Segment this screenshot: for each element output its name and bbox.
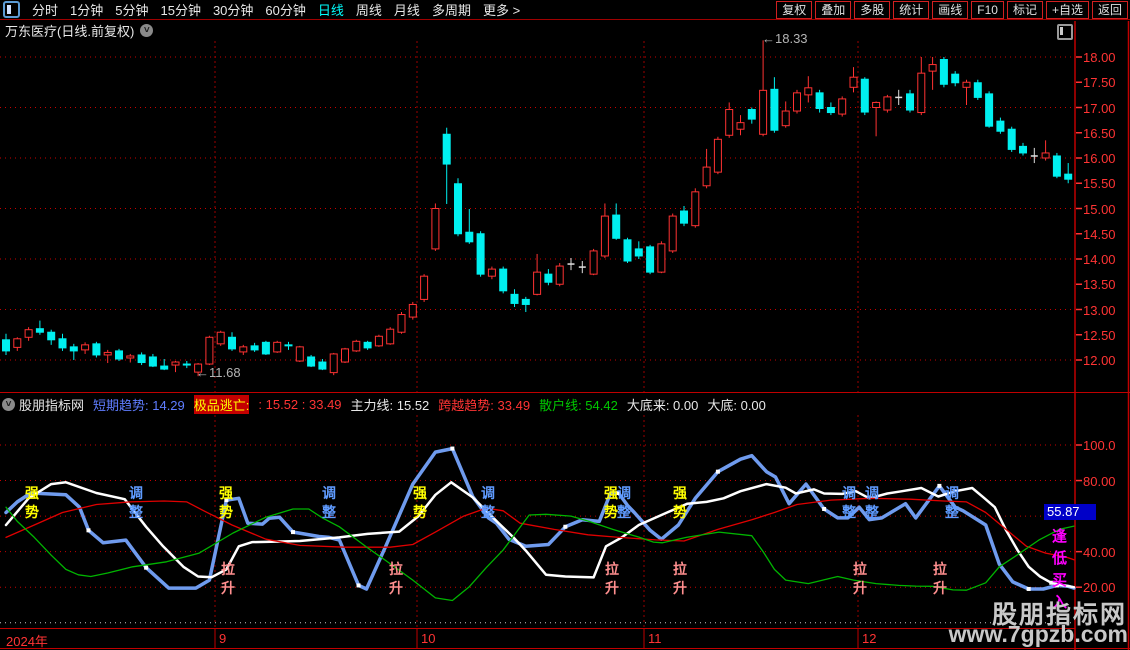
high-annotation: ←18.33 xyxy=(762,31,808,46)
price-axis-label: 16.50 xyxy=(1083,125,1116,141)
chevron-down-circle-icon[interactable]: ˅ xyxy=(2,398,15,411)
watermark-site-url: www.7gpzb.com xyxy=(948,621,1128,647)
frame-lines xyxy=(0,21,1130,650)
x-axis-label: 10 xyxy=(421,631,436,646)
signal-label: 拉升 xyxy=(389,561,403,596)
signal-label: 拉升 xyxy=(605,561,619,596)
price-axis-label: 17.50 xyxy=(1083,75,1116,91)
price-axis-label: 18.00 xyxy=(1083,50,1116,65)
indicator-header-segment: 短期趋势: 14.29 xyxy=(93,398,185,413)
series-marker xyxy=(291,530,296,535)
indicator-header-segment: : 15.52 : 33.49 xyxy=(258,397,342,412)
signal-label: 调整 xyxy=(865,485,879,520)
signal-label: 拉升 xyxy=(933,561,947,596)
price-axis-label: 12.00 xyxy=(1083,353,1116,368)
lower-gridlines xyxy=(0,444,1082,624)
series-marker xyxy=(1026,586,1031,591)
series-marker xyxy=(563,524,568,529)
price-axis-label: 13.50 xyxy=(1083,277,1116,293)
indicator-axis-label: 40.00 xyxy=(1083,544,1116,560)
price-axis-label: 15.50 xyxy=(1083,176,1116,192)
signal-label: 调整 xyxy=(129,485,143,520)
x-axis-label: 9 xyxy=(219,631,227,646)
price-axis-label: 12.50 xyxy=(1083,327,1116,343)
candlestick-layer[interactable] xyxy=(2,40,1073,377)
price-axis-label: 14.00 xyxy=(1083,252,1116,267)
signal-label: 拉升 xyxy=(673,561,687,596)
series-marker xyxy=(715,469,720,474)
indicator-axis-label: 100.0 xyxy=(1083,438,1116,453)
series-marker xyxy=(86,528,91,533)
indicator-header-segment: 大底: 0.00 xyxy=(707,398,766,413)
signal-label: 调整 xyxy=(617,485,631,520)
signal-label: 调整 xyxy=(842,485,856,520)
indicator-header-segment: 散户线: 54.42 xyxy=(539,398,618,413)
price-axis-label: 13.00 xyxy=(1083,302,1116,318)
series-marker xyxy=(450,446,455,451)
indicator-lines-layer[interactable] xyxy=(4,446,1076,602)
signal-label: 调整 xyxy=(322,485,336,520)
signal-label: 调整 xyxy=(481,485,495,520)
indicator-header-segment: 股朋指标网 xyxy=(19,398,85,413)
signal-label: 拉升 xyxy=(853,561,867,596)
signal-label: 拉升 xyxy=(221,561,235,596)
indicator-header-segment: 极品逃亡: xyxy=(193,395,250,414)
x-axis-label: 12 xyxy=(862,631,877,646)
series-marker xyxy=(356,583,361,588)
price-axis-label: 17.00 xyxy=(1083,100,1116,116)
series-marker xyxy=(937,483,942,488)
price-axis-label: 14.50 xyxy=(1083,226,1116,242)
signal-label: 调整 xyxy=(945,485,959,520)
price-axis-label: 15.00 xyxy=(1083,201,1116,217)
x-axis-label: 2024年 xyxy=(6,634,48,649)
trading-terminal: 分时 1分钟 5分钟 15分钟 30分钟 60分钟 日线 周线 月线 多周期 更多 > 复权 叠加 多股… xyxy=(0,0,1130,650)
price-axis-label: 16.00 xyxy=(1083,151,1116,166)
series-marker xyxy=(822,506,827,511)
indicator-axis-label: 80.00 xyxy=(1083,473,1116,489)
series-main-force-line xyxy=(4,481,1076,589)
signal-label: 强势 xyxy=(673,485,687,520)
signal-label: 强势 xyxy=(413,485,427,520)
indicator-header-segment: 大底来: 0.00 xyxy=(626,398,699,413)
indicator-header-segment: 主力线: 15.52 xyxy=(350,398,430,413)
x-axis-label: 11 xyxy=(648,631,662,646)
series-marker xyxy=(144,565,149,570)
chart-canvas[interactable] xyxy=(0,0,1130,650)
current-value-badge: 55.87 xyxy=(1044,504,1096,520)
indicator-header-segment: 跨越趋势: 33.49 xyxy=(438,398,531,413)
low-annotation: ←11.68 xyxy=(196,365,241,380)
indicator-header: ˅ 股朋指标网 短期趋势: 14.29 极品逃亡: : 15.52 : 33.49 主力… xyxy=(0,395,1075,414)
indicator-axis-label: 20.00 xyxy=(1083,580,1116,596)
signal-label: 强势 xyxy=(25,485,39,520)
signal-label: 强势 xyxy=(219,485,233,520)
